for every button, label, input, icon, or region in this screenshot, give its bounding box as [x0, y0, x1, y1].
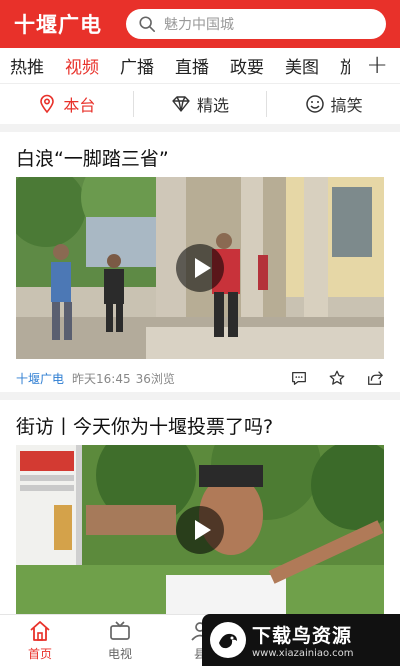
video-thumbnail[interactable]	[16, 177, 384, 359]
star-icon[interactable]	[328, 369, 346, 387]
video-thumbnail[interactable]	[16, 445, 384, 615]
play-button[interactable]	[176, 244, 224, 292]
watermark-url: www.xiazainiao.com	[252, 648, 354, 659]
app-root: 十堰广电 魅力中国城 热推 视频 广播 直播 政要 美图 旅 + 本台 精选 搞…	[0, 0, 400, 666]
filter-featured-label: 精选	[197, 96, 230, 115]
diamond-icon	[172, 96, 190, 112]
video-title[interactable]: 街访丨今天你为十堰投票了吗?	[16, 412, 273, 439]
watermark-text: 下载鸟资源	[252, 625, 353, 647]
tab-live[interactable]: 直播	[175, 53, 209, 78]
video-filter-bar: 本台 精选 搞笑	[0, 84, 400, 124]
filter-funny[interactable]: 搞笑	[267, 92, 400, 116]
comment-icon[interactable]	[290, 369, 308, 387]
tab-radio[interactable]: 广播	[120, 53, 154, 78]
search-icon	[139, 16, 156, 33]
play-icon	[194, 520, 211, 540]
tab-photos[interactable]: 美图	[285, 53, 319, 78]
top-bar: 十堰广电 魅力中国城	[0, 0, 400, 48]
location-pin-icon	[40, 94, 55, 114]
tab-hot[interactable]: 热推	[10, 53, 44, 78]
add-channel-button[interactable]: +	[366, 50, 388, 80]
nav-tv[interactable]: 电视	[80, 615, 160, 666]
search-placeholder: 魅力中国城	[164, 17, 234, 33]
nav-home[interactable]: 首页	[0, 615, 80, 666]
play-button[interactable]	[176, 506, 224, 554]
tab-politics[interactable]: 政要	[230, 53, 264, 78]
view-count: 36浏览	[135, 371, 175, 386]
channel-tabs: 热推 视频 广播 直播 政要 美图 旅 +	[0, 48, 400, 84]
nav-tv-label: 电视	[107, 647, 132, 661]
tab-travel[interactable]: 旅	[340, 53, 350, 78]
filter-funny-label: 搞笑	[330, 96, 363, 115]
watermark: 下载鸟资源 www.xiazainiao.com	[202, 614, 400, 666]
section-gap	[0, 392, 400, 400]
filter-local[interactable]: 本台	[0, 92, 133, 116]
search-input[interactable]: 魅力中国城	[126, 9, 386, 39]
tab-video[interactable]: 视频	[65, 53, 99, 78]
nav-home-label: 首页	[27, 647, 52, 661]
smiley-icon	[305, 95, 324, 113]
source-link[interactable]: 十堰广电	[16, 370, 64, 387]
video-meta: 十堰广电 昨天16:45 36浏览	[16, 368, 384, 388]
bird-logo-icon	[210, 622, 246, 658]
tv-icon	[110, 621, 130, 640]
play-icon	[194, 258, 211, 278]
app-title: 十堰广电	[14, 13, 102, 37]
publish-time: 昨天16:45	[72, 371, 131, 386]
video-title[interactable]: 白浪“一脚踏三省”	[16, 144, 169, 171]
section-gap	[0, 124, 400, 132]
video-card[interactable]: 街访丨今天你为十堰投票了吗?	[0, 400, 400, 615]
share-icon[interactable]	[366, 369, 384, 387]
filter-local-label: 本台	[63, 96, 96, 115]
video-card[interactable]: 白浪“一脚踏三省” 十堰广电 昨天16:45 36浏览	[0, 132, 400, 392]
filter-featured[interactable]: 精选	[134, 92, 267, 116]
home-icon	[30, 621, 50, 641]
